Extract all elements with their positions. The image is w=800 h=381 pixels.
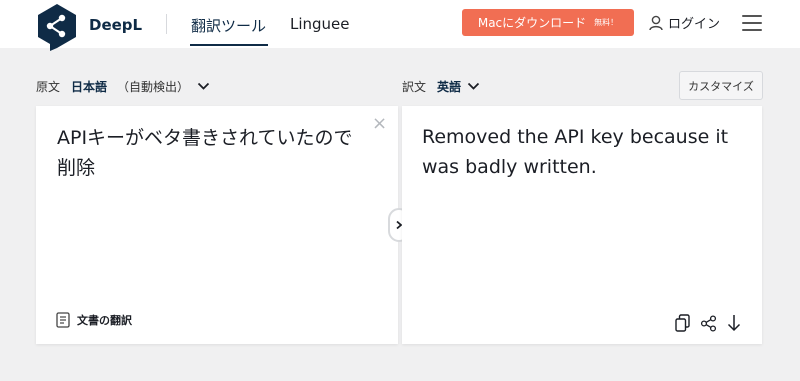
menu-icon[interactable] xyxy=(742,15,762,31)
source-text-input[interactable]: APIキーがベタ書きされていたので削除 xyxy=(57,123,367,183)
share-icon[interactable] xyxy=(700,314,717,332)
translated-text: Removed the API key because it was badly… xyxy=(422,126,729,178)
target-text-panel: Removed the API key because it was badly… xyxy=(402,106,762,344)
free-badge: 無料！ xyxy=(594,18,619,27)
target-actions xyxy=(675,314,741,332)
download-icon[interactable] xyxy=(727,314,741,332)
target-language-selector[interactable]: 訳文 英語 xyxy=(402,78,480,95)
top-header: DeepL 翻訳ツール Linguee Macにダウンロード 無料！ ログイン xyxy=(0,0,800,51)
download-mac-button[interactable]: Macにダウンロード 無料！ xyxy=(462,9,634,36)
copy-icon[interactable] xyxy=(675,314,690,332)
tab-translator[interactable]: 翻訳ツール xyxy=(191,15,266,36)
chevron-down-icon xyxy=(467,82,480,90)
source-language-selector[interactable]: 原文 日本語 （自動検出） xyxy=(36,78,210,95)
document-icon xyxy=(56,312,70,328)
customize-button[interactable]: カスタマイズ xyxy=(679,71,763,100)
login-link[interactable]: ログイン xyxy=(649,13,720,32)
header-divider xyxy=(166,14,167,34)
target-label: 訳文 xyxy=(402,80,427,94)
close-icon[interactable]: × xyxy=(372,115,387,133)
source-text-panel: APIキーがベタ書きされていたので削除 × 文書の翻訳 xyxy=(36,106,398,344)
download-button-label: Macにダウンロード xyxy=(477,16,587,30)
chevron-down-icon xyxy=(197,82,210,90)
source-label: 原文 xyxy=(36,80,61,94)
brand-name[interactable]: DeepL xyxy=(89,16,142,34)
document-translate-label: 文書の翻訳 xyxy=(77,314,132,327)
tab-linguee[interactable]: Linguee xyxy=(290,15,350,33)
user-icon xyxy=(649,15,663,30)
target-language: 英語 xyxy=(437,80,462,94)
login-label: ログイン xyxy=(668,17,721,32)
active-tab-indicator xyxy=(190,44,268,46)
source-language: 日本語 xyxy=(71,80,108,94)
deepl-logo-icon[interactable] xyxy=(36,3,78,51)
auto-detect-label: （自動検出） xyxy=(117,80,190,94)
document-translate-button[interactable]: 文書の翻訳 xyxy=(56,312,132,328)
